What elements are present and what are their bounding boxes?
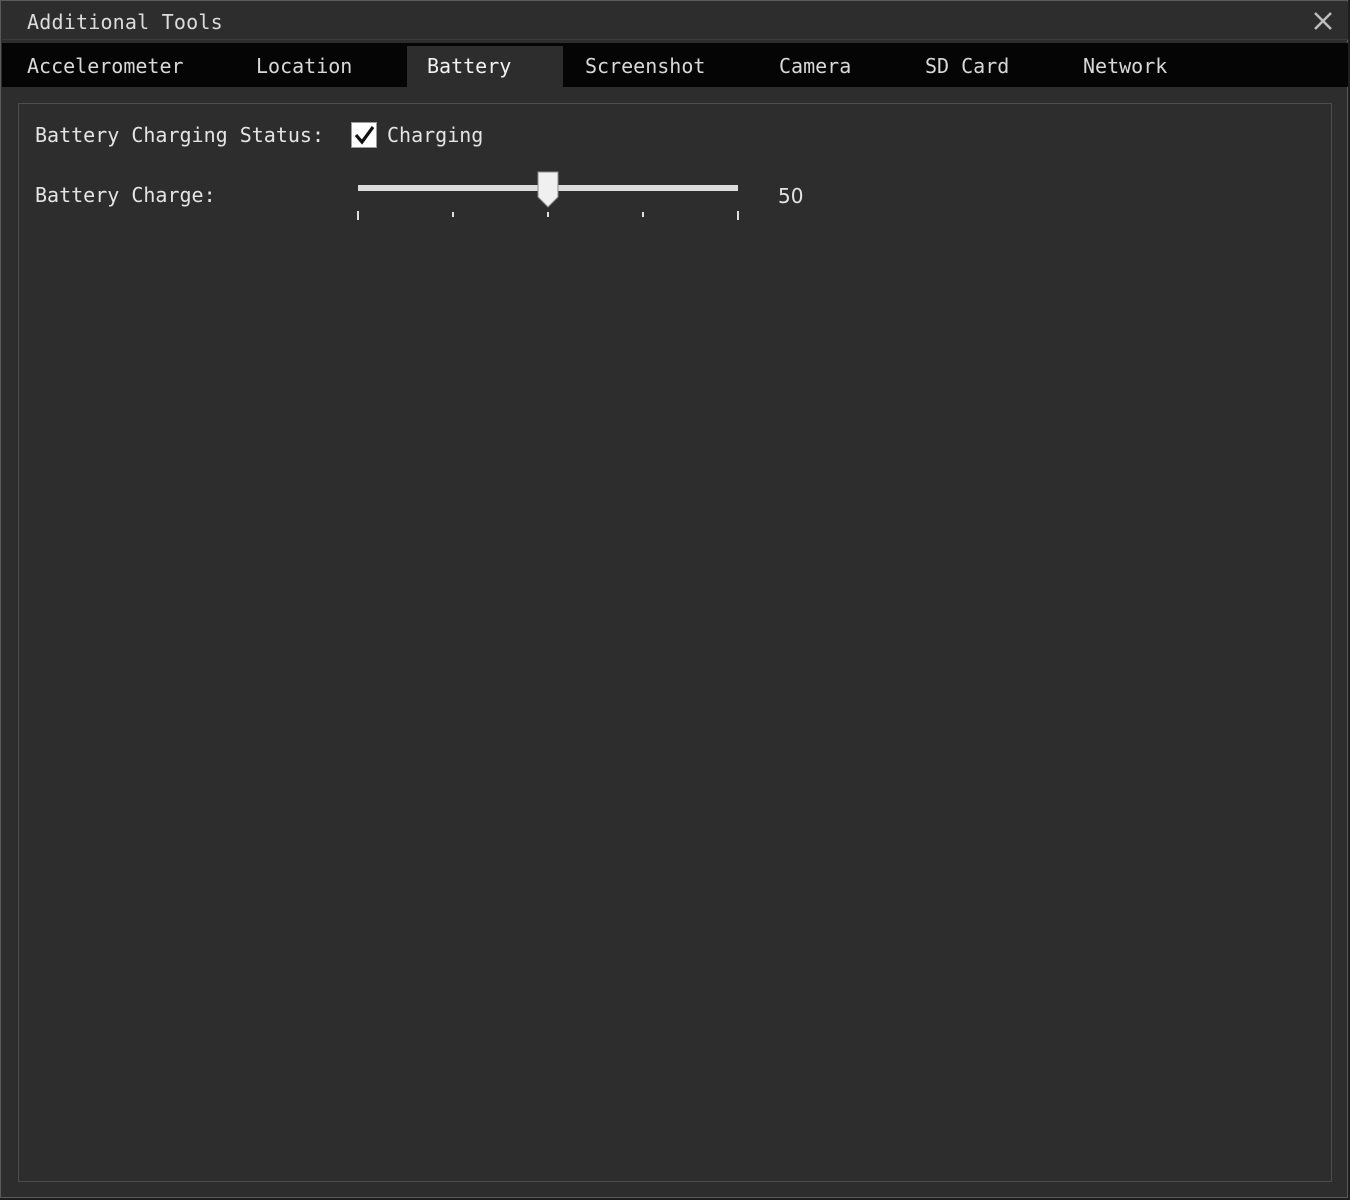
slider-ticks <box>357 211 739 220</box>
charging-checkbox[interactable] <box>351 122 377 148</box>
tab-screenshot[interactable]: Screenshot <box>585 46 705 87</box>
window-title: Additional Tools <box>27 10 223 34</box>
tab-location[interactable]: Location <box>256 46 352 87</box>
tab-sd-card[interactable]: SD Card <box>925 46 1009 87</box>
tab-accelerometer[interactable]: Accelerometer <box>27 46 184 87</box>
close-icon[interactable] <box>1310 8 1336 34</box>
battery-charge-label: Battery Charge: <box>35 183 216 207</box>
title-bar: Additional Tools <box>2 2 1348 40</box>
tab-battery[interactable]: Battery <box>407 46 563 87</box>
tab-bar: Accelerometer Location Battery Screensho… <box>2 43 1348 87</box>
charging-option-label[interactable]: Charging <box>387 123 483 147</box>
battery-panel <box>18 103 1332 1182</box>
checkmark-icon <box>354 126 375 145</box>
battery-charge-slider[interactable] <box>352 168 744 224</box>
battery-charge-value: 50 <box>778 184 804 208</box>
tab-camera[interactable]: Camera <box>779 46 851 87</box>
slider-thumb <box>537 171 559 208</box>
charging-status-label: Battery Charging Status: <box>35 123 324 147</box>
tab-network[interactable]: Network <box>1083 46 1167 87</box>
